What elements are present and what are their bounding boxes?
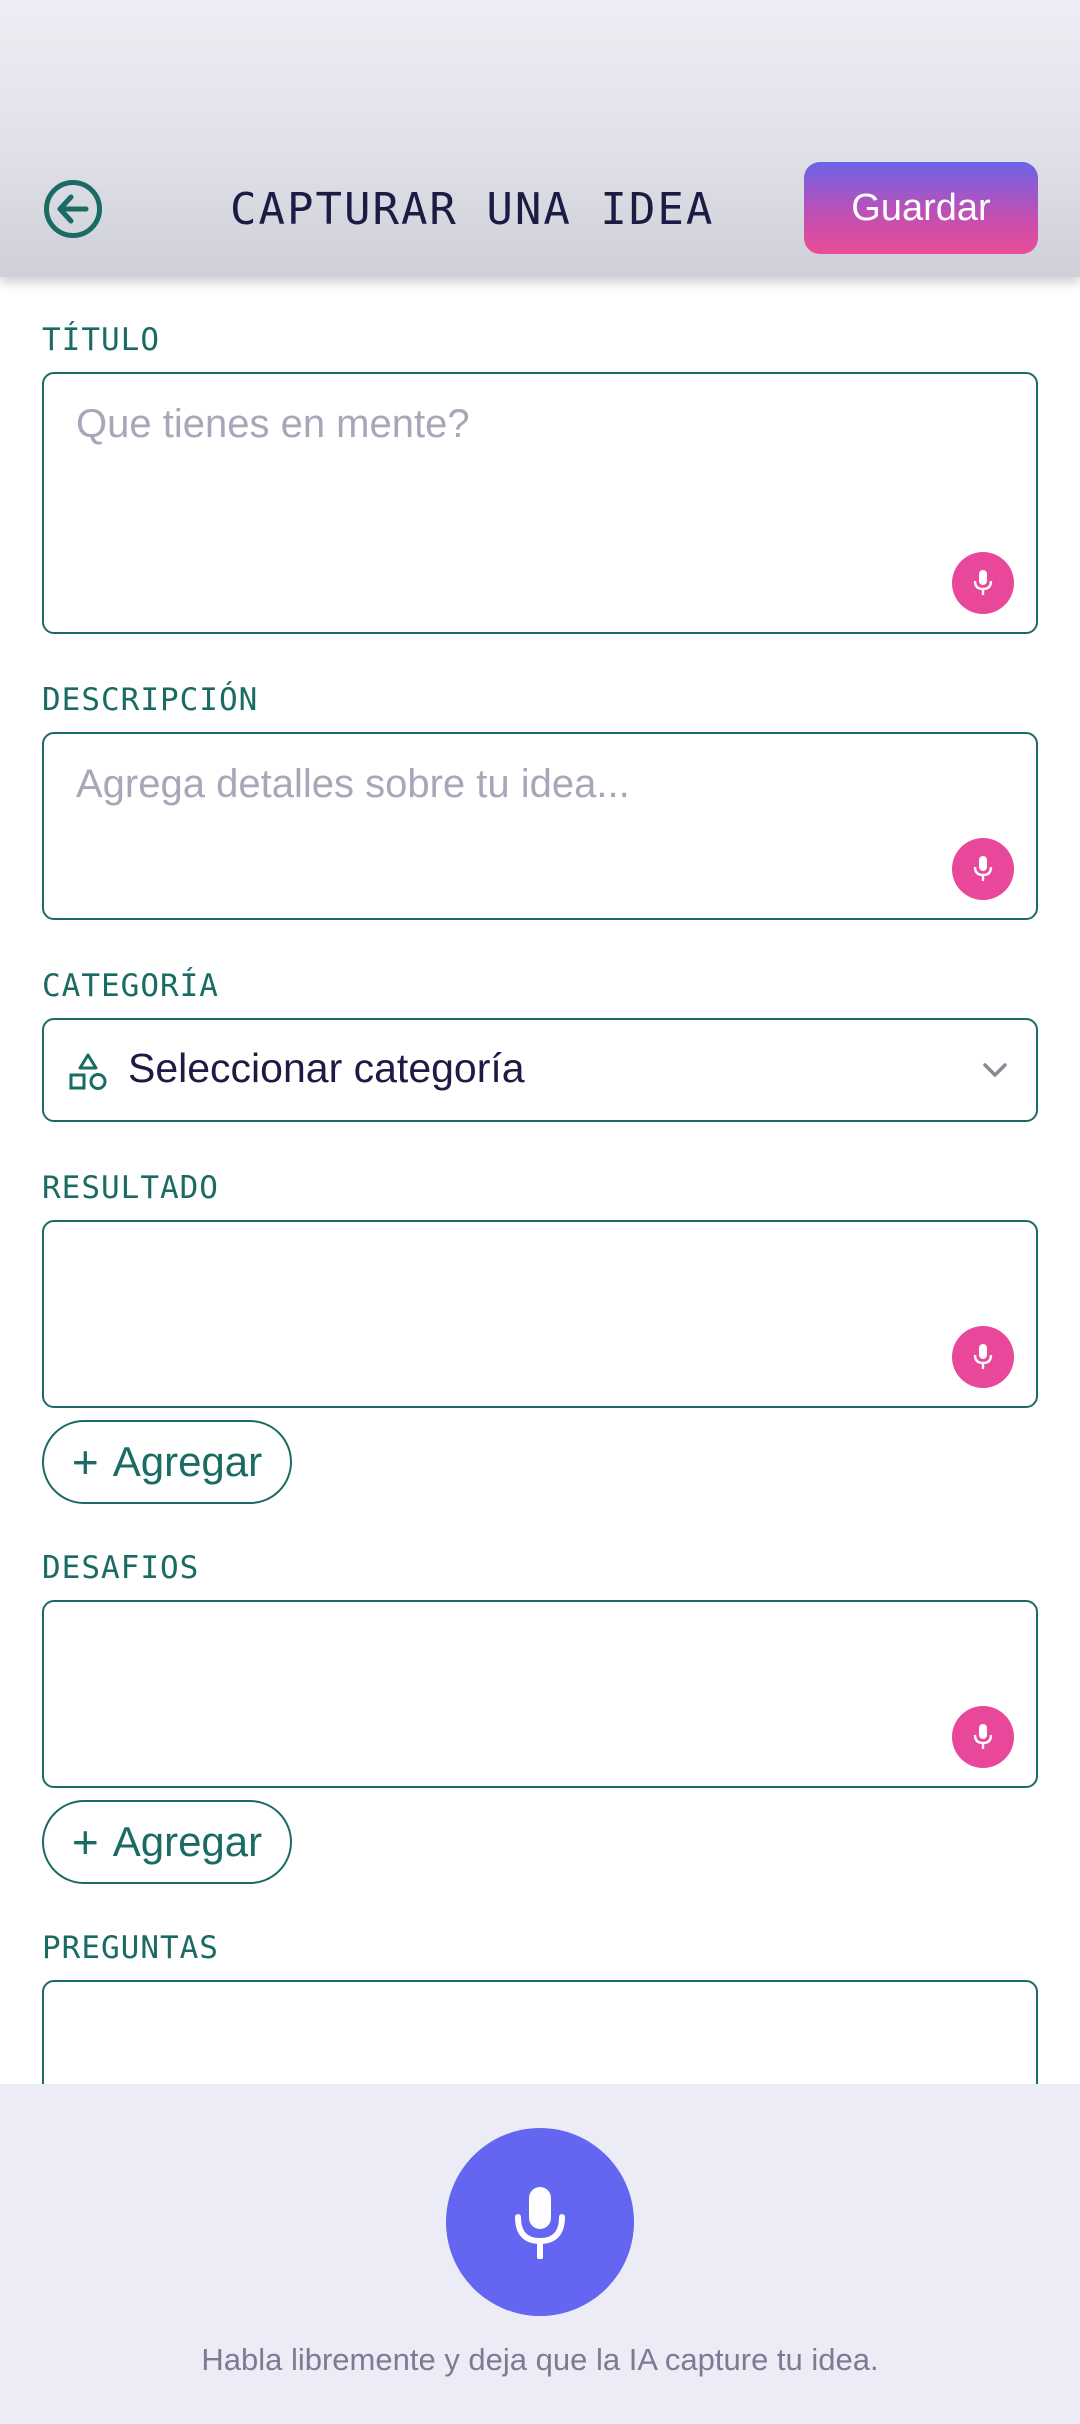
plus-icon: +: [71, 1816, 99, 1868]
descripcion-input[interactable]: Agrega detalles sobre tu idea...: [42, 732, 1038, 920]
preguntas-label: PREGUNTAS: [42, 1930, 219, 1966]
chevron-down-icon: [983, 1063, 1007, 1077]
descripcion-mic-button[interactable]: [952, 838, 1014, 900]
resultado-label: RESULTADO: [42, 1170, 219, 1206]
microphone-icon: [973, 856, 993, 881]
descripcion-label: DESCRIPCIÓN: [42, 682, 259, 718]
descripcion-placeholder: Agrega detalles sobre tu idea...: [76, 762, 630, 806]
desafios-label: DESAFIOS: [42, 1550, 200, 1586]
titulo-input[interactable]: Que tienes en mente?: [42, 372, 1038, 634]
voice-record-button[interactable]: [446, 2128, 634, 2316]
categoria-label: CATEGORÍA: [42, 968, 219, 1004]
categoria-selected-value: Seleccionar categoría: [128, 1045, 525, 1091]
plus-icon: +: [71, 1436, 99, 1488]
titulo-placeholder: Que tienes en mente?: [76, 402, 470, 446]
arrow-left-icon: [57, 194, 89, 224]
save-button[interactable]: Guardar: [804, 162, 1038, 254]
desafios-add-label: Agregar: [112, 1818, 263, 1865]
desafios-mic-button[interactable]: [952, 1706, 1014, 1768]
resultado-mic-button[interactable]: [952, 1326, 1014, 1388]
voice-hint-text: Habla libremente y deja que la IA captur…: [201, 2342, 879, 2377]
categoria-select[interactable]: Seleccionar categoría: [42, 1018, 1038, 1122]
titulo-mic-button[interactable]: [952, 552, 1014, 614]
resultado-add-label: Agregar: [112, 1438, 263, 1485]
microphone-icon: [973, 1724, 993, 1749]
voice-capture-bar: Habla libremente y deja que la IA captur…: [0, 2084, 1080, 2424]
microphone-icon: [973, 1344, 993, 1369]
desafios-add-button[interactable]: + Agregar: [42, 1800, 292, 1884]
page-title: CAPTURAR UNA IDEA: [230, 184, 715, 235]
capture-idea-screen: CAPTURAR UNA IDEA Guardar TÍTULO Que tie…: [0, 0, 1080, 2424]
shapes-icon: [69, 1053, 107, 1090]
titulo-label: TÍTULO: [42, 322, 160, 358]
resultado-input[interactable]: [42, 1220, 1038, 1408]
desafios-input[interactable]: [42, 1600, 1038, 1788]
resultado-add-button[interactable]: + Agregar: [42, 1420, 292, 1504]
app-header: CAPTURAR UNA IDEA Guardar: [0, 0, 1080, 277]
microphone-icon: [973, 570, 993, 595]
back-button[interactable]: [44, 180, 102, 238]
microphone-icon: [515, 2187, 565, 2259]
